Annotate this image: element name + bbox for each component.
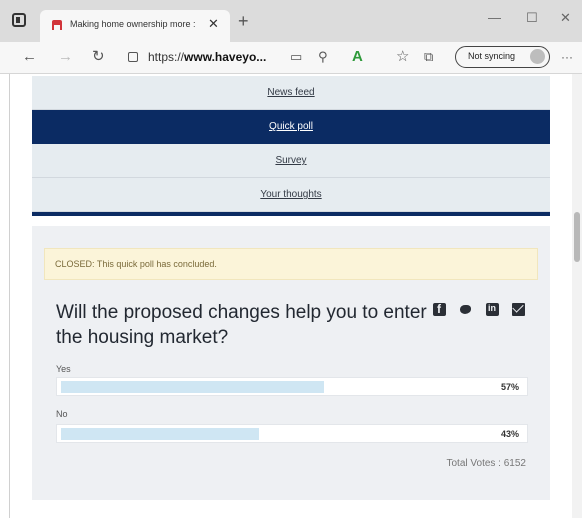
email-icon[interactable] — [512, 303, 525, 316]
new-tab-button[interactable]: + — [238, 12, 249, 30]
url-host: www.haveyo... — [184, 50, 267, 64]
forward-icon[interactable]: → — [58, 48, 73, 66]
nav-item-quick-poll[interactable]: Quick poll — [32, 110, 550, 144]
nav-item-label: Quick poll — [269, 121, 313, 132]
result-bar-yes: 57% — [56, 377, 528, 396]
back-icon[interactable]: ← — [22, 48, 37, 66]
nav-item-label: News feed — [267, 87, 315, 98]
profile-sync-button[interactable]: Not syncing — [455, 46, 550, 68]
nav-underline — [32, 212, 550, 216]
result-fill-no — [61, 428, 259, 440]
poll-question: Will the proposed changes help you to en… — [56, 302, 427, 348]
scrollbar-thumb[interactable] — [574, 212, 580, 262]
window-minimize-button[interactable]: — — [488, 10, 501, 25]
collections-icon[interactable]: ⧉ — [424, 48, 433, 66]
result-percent-no: 43% — [500, 429, 519, 439]
window-border — [0, 74, 10, 518]
tab-actions-icon[interactable] — [12, 13, 26, 27]
extension-icon[interactable]: ⚲ — [318, 48, 328, 66]
tab-title: Making home ownership more : — [70, 19, 196, 29]
site-favicon-icon — [52, 20, 62, 30]
nav-item-your-thoughts[interactable]: Your thoughts — [32, 178, 550, 212]
option-label-no: No — [56, 409, 68, 419]
linkedin-icon[interactable] — [486, 303, 499, 316]
window-close-button[interactable]: ✕ — [560, 10, 571, 26]
facebook-icon[interactable] — [433, 302, 446, 316]
window-maximize-button[interactable]: ☐ — [526, 10, 538, 26]
browser-titlebar: Making home ownership more : ✕ + — ☐ ✕ — [0, 0, 582, 42]
result-percent-yes: 57% — [500, 382, 519, 392]
total-votes: Total Votes : 6152 — [446, 458, 526, 469]
refresh-icon[interactable]: ↻ — [92, 48, 105, 66]
profile-icon — [530, 49, 545, 64]
reader-view-icon[interactable]: ▭ — [290, 48, 302, 66]
result-bar-no: 43% — [56, 424, 528, 443]
page-scrollbar[interactable] — [572, 74, 582, 518]
browser-tab[interactable]: Making home ownership more : ✕ — [40, 10, 230, 42]
favorites-icon[interactable]: ☆ — [396, 48, 409, 66]
more-menu-icon[interactable]: ··· — [561, 48, 573, 66]
tab-close-icon[interactable]: ✕ — [208, 16, 219, 32]
twitter-icon[interactable] — [459, 303, 472, 316]
lock-icon[interactable] — [128, 52, 138, 62]
option-label-yes: Yes — [56, 364, 71, 374]
closed-banner: CLOSED: This quick poll has concluded. — [44, 248, 538, 280]
sync-label: Not syncing — [468, 51, 516, 61]
result-fill-yes — [61, 381, 324, 393]
url-prefix: https:// — [148, 50, 185, 64]
nav-item-survey[interactable]: Survey — [32, 144, 550, 178]
nav-item-label: Your thoughts — [260, 189, 322, 200]
adblock-icon[interactable]: A — [352, 48, 363, 66]
browser-toolbar: ← → ↻ https://www.haveyo... ▭ ⚲ A ☆ ⧉ No… — [0, 42, 582, 74]
address-bar[interactable]: https://www.haveyo... — [148, 50, 266, 64]
nav-item-news-feed[interactable]: News feed — [32, 76, 550, 110]
nav-item-label: Survey — [275, 155, 307, 166]
closed-notice: CLOSED: This quick poll has concluded. — [55, 259, 217, 269]
